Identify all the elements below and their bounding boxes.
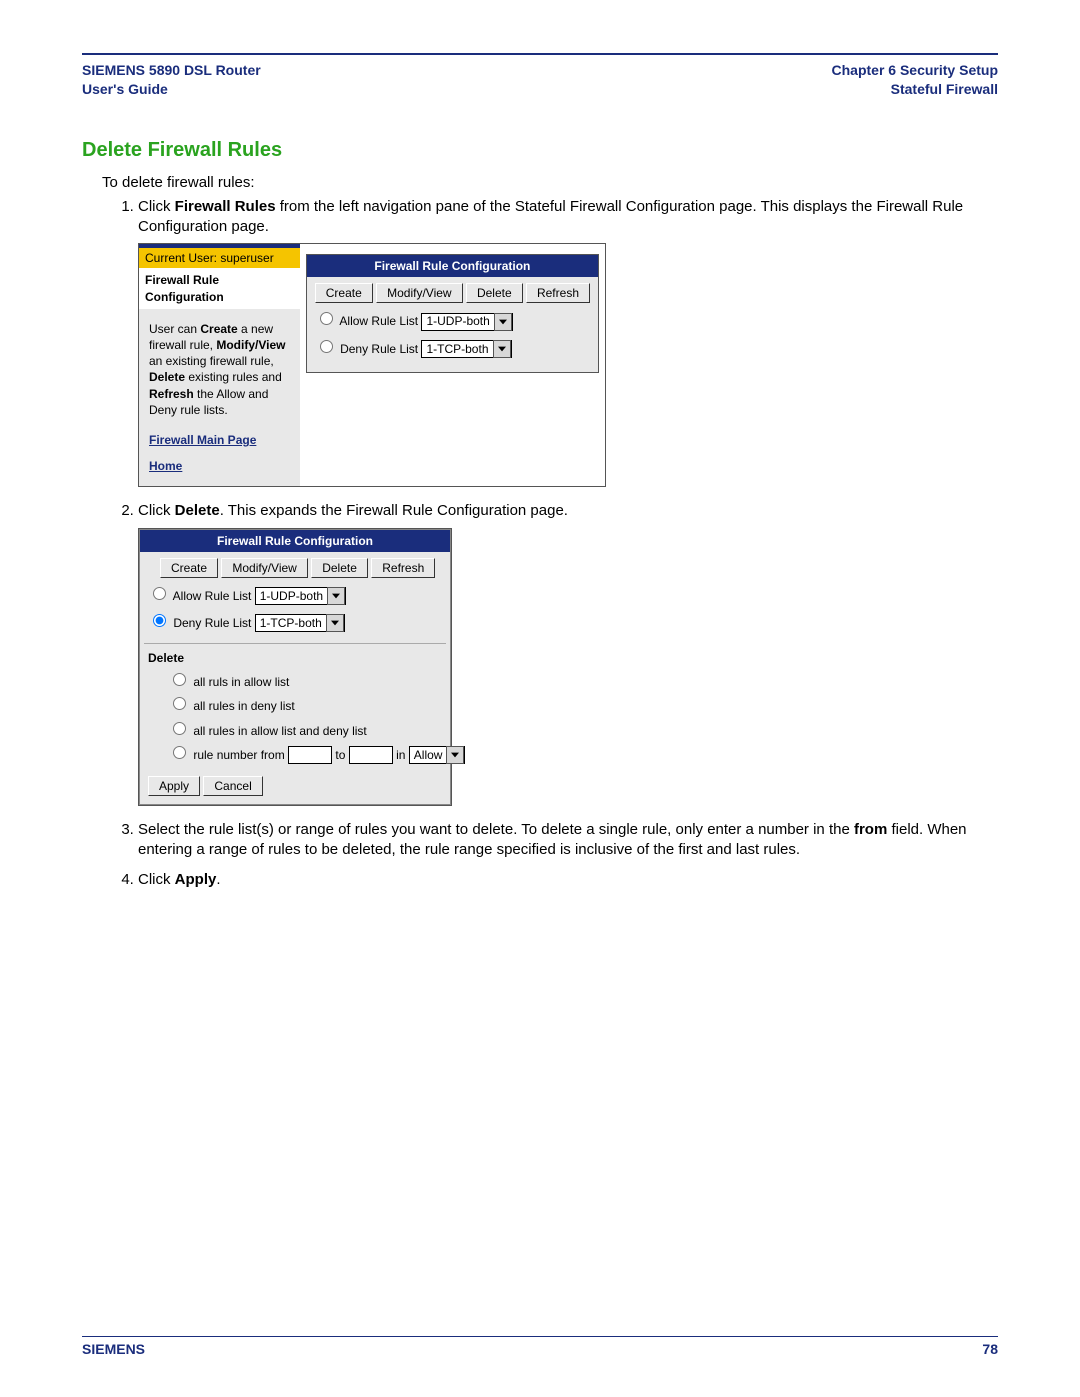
steps-list: Click Firewall Rules from the left navig… — [102, 197, 998, 891]
chevron-down-icon — [494, 313, 512, 331]
delete-button[interactable]: Delete — [466, 283, 523, 303]
allow-rule-select[interactable]: 1-UDP-both — [255, 587, 346, 605]
step-1: Click Firewall Rules from the left navig… — [138, 197, 998, 488]
delete-opt4-pre: rule number from — [193, 748, 284, 762]
delete-opt4-in: in — [396, 748, 405, 762]
step1-bold: Firewall Rules — [175, 198, 276, 215]
apply-button[interactable]: Apply — [148, 776, 200, 796]
intro-text: To delete firewall rules: — [102, 174, 998, 191]
rule-to-input[interactable] — [349, 746, 393, 764]
chevron-down-icon — [493, 340, 511, 358]
header-rule — [82, 53, 998, 55]
step-2: Click Delete. This expands the Firewall … — [138, 501, 998, 805]
chevron-down-icon — [326, 614, 344, 632]
step1-pre: Click — [138, 198, 175, 215]
allow-rule-radio[interactable] — [320, 312, 333, 325]
page: SIEMENS 5890 DSL Router User's Guide Cha… — [0, 0, 1080, 1397]
header-right-line2: Stateful Firewall — [832, 80, 999, 99]
page-header: SIEMENS 5890 DSL Router User's Guide Cha… — [82, 61, 998, 99]
step3-pre: Select the rule list(s) or range of rule… — [138, 821, 854, 838]
delete-opt1-label: all ruls in allow list — [193, 675, 289, 689]
cancel-button[interactable]: Cancel — [203, 776, 262, 796]
modify-view-button[interactable]: Modify/View — [376, 283, 462, 303]
shot2-panel-title: Firewall Rule Configuration — [140, 530, 450, 552]
page-footer: SIEMENS 78 — [82, 1336, 998, 1357]
deny-rule-radio[interactable] — [153, 614, 166, 627]
delete-opt3-radio[interactable] — [173, 722, 186, 735]
deny-rule-select[interactable]: 1-TCP-both — [421, 340, 511, 358]
step2-bold: Delete — [175, 502, 220, 519]
shot1-panel-title: Firewall Rule Configuration — [307, 255, 598, 277]
footer-rule — [82, 1336, 998, 1337]
deny-rule-label: Deny Rule List — [340, 342, 418, 356]
screenshot-1: Current User: superuser Firewall Rule Co… — [138, 243, 606, 487]
header-left-line2: User's Guide — [82, 80, 261, 99]
delete-opt1-radio[interactable] — [173, 673, 186, 686]
shot1-side-title: Firewall Rule Configuration — [139, 268, 300, 308]
footer-brand: SIEMENS — [82, 1341, 145, 1357]
step-4: Click Apply. — [138, 870, 998, 890]
delete-opt4-radio[interactable] — [173, 746, 186, 759]
shot1-side-text: User can Create a new firewall rule, Mod… — [139, 309, 300, 422]
shot1-sidebar: Current User: superuser Firewall Rule Co… — [139, 244, 300, 486]
divider — [144, 643, 446, 644]
screenshot-2: Firewall Rule Configuration Create Modif… — [138, 528, 452, 806]
allow-rule-select[interactable]: 1-UDP-both — [421, 313, 512, 331]
page-number: 78 — [982, 1341, 998, 1357]
rule-from-input[interactable] — [288, 746, 332, 764]
chevron-down-icon — [446, 746, 464, 764]
allow-rule-label: Allow Rule List — [173, 589, 252, 603]
step4-post: . — [216, 871, 220, 888]
current-user-bar: Current User: superuser — [139, 244, 300, 268]
header-left-line1: SIEMENS 5890 DSL Router — [82, 61, 261, 80]
step4-pre: Click — [138, 871, 175, 888]
step3-bold: from — [854, 821, 887, 838]
chevron-down-icon — [327, 587, 345, 605]
header-right-line1: Chapter 6 Security Setup — [832, 61, 999, 80]
delete-opt3-label: all rules in allow list and deny list — [193, 724, 366, 738]
rule-list-select[interactable]: Allow — [409, 746, 466, 764]
shot1-panel: Firewall Rule Configuration Create Modif… — [306, 254, 599, 372]
deny-rule-radio[interactable] — [320, 340, 333, 353]
link-firewall-main[interactable]: Firewall Main Page — [139, 422, 300, 448]
step-3: Select the rule list(s) or range of rule… — [138, 820, 998, 861]
shot1-main: Firewall Rule Configuration Create Modif… — [300, 244, 605, 486]
step2-pre: Click — [138, 502, 175, 519]
step4-bold: Apply — [175, 871, 217, 888]
refresh-button[interactable]: Refresh — [371, 558, 435, 578]
section-title: Delete Firewall Rules — [82, 139, 998, 162]
deny-rule-label: Deny Rule List — [173, 616, 251, 630]
delete-opt2-radio[interactable] — [173, 697, 186, 710]
allow-rule-label: Allow Rule List — [339, 314, 418, 328]
create-button[interactable]: Create — [160, 558, 218, 578]
delete-section-header: Delete — [140, 648, 450, 668]
step2-post: . This expands the Firewall Rule Configu… — [220, 502, 568, 519]
delete-opt4-to: to — [335, 748, 345, 762]
delete-button[interactable]: Delete — [311, 558, 368, 578]
allow-rule-radio[interactable] — [153, 587, 166, 600]
modify-view-button[interactable]: Modify/View — [221, 558, 307, 578]
create-button[interactable]: Create — [315, 283, 373, 303]
link-home[interactable]: Home — [139, 448, 300, 486]
refresh-button[interactable]: Refresh — [526, 283, 590, 303]
deny-rule-select[interactable]: 1-TCP-both — [255, 614, 345, 632]
delete-opt2-label: all rules in deny list — [193, 699, 294, 713]
